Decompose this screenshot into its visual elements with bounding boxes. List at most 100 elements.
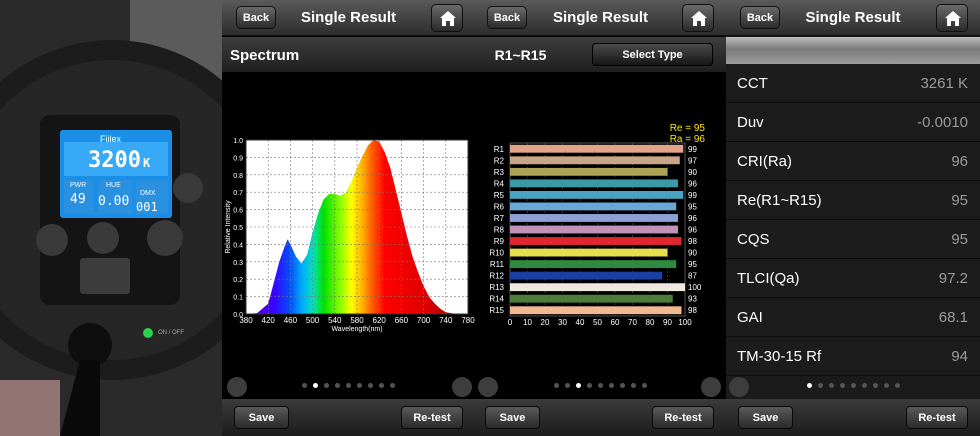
page-dot[interactable] (894, 383, 900, 388)
home-button[interactable] (431, 4, 463, 32)
page-dot[interactable] (357, 383, 362, 388)
x-tick-label: 460 (284, 316, 298, 325)
bar-value-label: 98 (688, 306, 697, 315)
results-list: CCT 3261 K Duv -0.0010 CRI(Ra) 96 Re(R1~R15) 95… (726, 64, 980, 376)
result-label: TM-30-15 Rf (737, 347, 822, 365)
display-dmx-value: 001 (136, 200, 158, 214)
bar-category-label: R12 (489, 272, 504, 281)
summary-screen: Back Single Result CCT 3261 K Duv -0.0010 CR… (726, 0, 980, 436)
page-dot[interactable] (806, 383, 812, 388)
page-dot[interactable] (302, 383, 307, 388)
cri-bar (510, 283, 685, 292)
cri-screen: Back Single Result R1~R15 Select Type Re… (475, 0, 726, 436)
page-dot[interactable] (324, 383, 329, 388)
sub-header: Spectrum (222, 37, 475, 72)
nav-bar: Back Single Result (726, 0, 980, 36)
home-button[interactable] (936, 4, 968, 32)
page-dot[interactable] (631, 383, 636, 388)
result-value: -0.0010 (917, 113, 968, 131)
bar-category-label: R3 (494, 168, 505, 177)
retest-button[interactable]: Re-test (652, 406, 714, 429)
x-tick-label: 40 (576, 318, 585, 327)
page-dot[interactable] (576, 383, 581, 388)
cri-bar (510, 294, 673, 303)
x-tick-label: 420 (262, 316, 276, 325)
page-dot[interactable] (390, 383, 395, 388)
page-dot[interactable] (346, 383, 351, 388)
x-tick-label: 540 (328, 316, 342, 325)
save-button[interactable]: Save (234, 406, 289, 429)
page-dot[interactable] (828, 383, 834, 388)
home-icon (440, 11, 456, 26)
bar-value-label: 90 (688, 249, 697, 258)
x-tick-label: 60 (611, 318, 620, 327)
result-label: CRI(Ra) (737, 152, 792, 170)
home-icon (691, 11, 707, 26)
x-tick-label: 620 (373, 316, 387, 325)
bar-value-label: 96 (688, 226, 697, 235)
bar-value-label: 99 (688, 145, 697, 154)
home-icon (945, 11, 961, 26)
bar-category-label: R6 (494, 202, 505, 211)
page-dot[interactable] (839, 383, 845, 388)
display-pwr-label: PWR (70, 182, 87, 189)
x-tick-label: 100 (678, 318, 692, 327)
bar-category-label: R13 (489, 283, 504, 292)
next-page-circle[interactable] (452, 377, 472, 397)
save-button[interactable]: Save (485, 406, 540, 429)
result-row: CRI(Ra) 96 (726, 142, 980, 181)
cri-bar (510, 190, 684, 199)
page-dot[interactable] (554, 383, 559, 388)
x-axis-label: Wavelength(nm) (331, 326, 382, 333)
page-dot[interactable] (861, 383, 867, 388)
cri-bar (510, 260, 677, 269)
cri-bar (510, 167, 668, 176)
x-tick-label: 30 (558, 318, 567, 327)
page-dot[interactable] (817, 383, 823, 388)
result-row: Re(R1~R15) 95 (726, 181, 980, 220)
y-tick-label: 0.9 (233, 155, 243, 162)
page-dot[interactable] (883, 383, 889, 388)
page-dot[interactable] (850, 383, 856, 388)
result-label: Re(R1~R15) (737, 191, 822, 209)
display-brand: Fiilex (100, 134, 122, 144)
cri-bar (510, 156, 680, 165)
bar-value-label: 95 (688, 260, 697, 269)
bar-value-label: 99 (688, 191, 697, 200)
x-tick-label: 10 (523, 318, 532, 327)
page-dot[interactable] (598, 383, 603, 388)
select-type-button[interactable]: Select Type (592, 43, 713, 66)
bar-value-label: 97 (688, 156, 697, 165)
cri-bar (510, 271, 663, 280)
page-dot[interactable] (872, 383, 878, 388)
x-tick-label: 0 (508, 318, 513, 327)
bar-value-label: 96 (688, 179, 697, 188)
page-dot[interactable] (642, 383, 647, 388)
x-tick-label: 580 (350, 316, 364, 325)
x-tick-label: 80 (646, 318, 655, 327)
sub-header: R1~R15 Select Type (475, 37, 726, 72)
result-row: CCT 3261 K (726, 64, 980, 103)
home-button[interactable] (682, 4, 714, 32)
next-page-circle[interactable] (701, 377, 721, 397)
retest-button[interactable]: Re-test (906, 406, 968, 429)
bar-category-label: R8 (494, 226, 505, 235)
save-button[interactable]: Save (738, 406, 793, 429)
page-dot[interactable] (587, 383, 592, 388)
cct-number: 3200 (88, 148, 141, 173)
result-value: 95 (951, 230, 968, 248)
page-dot[interactable] (368, 383, 373, 388)
page-dot[interactable] (609, 383, 614, 388)
retest-button[interactable]: Re-test (401, 406, 463, 429)
result-value: 94 (951, 347, 968, 365)
bar-category-label: R15 (489, 306, 504, 315)
page-dot[interactable] (620, 383, 625, 388)
page-dot[interactable] (335, 383, 340, 388)
page-dot[interactable] (565, 383, 570, 388)
page-dot[interactable] (313, 383, 318, 388)
page-dot[interactable] (379, 383, 384, 388)
bar-value-label: 90 (688, 168, 697, 177)
bar-category-label: R4 (494, 179, 505, 188)
x-tick-label: 780 (461, 316, 475, 325)
y-tick-label: 0.1 (233, 295, 243, 302)
